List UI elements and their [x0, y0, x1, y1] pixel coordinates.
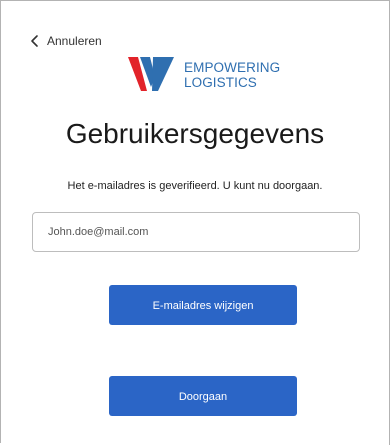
frame-border-right: [389, 0, 390, 445]
chevron-left-icon: [28, 34, 42, 48]
cancel-label: Annuleren: [47, 34, 102, 48]
company-logo: EMPOWERING LOGISTICS: [124, 50, 282, 100]
verification-message: Het e-mailadres is geverifieerd. U kunt …: [67, 180, 323, 192]
cancel-link[interactable]: Annuleren: [28, 34, 102, 48]
email-field[interactable]: [32, 212, 360, 252]
logo-text-line2: LOGISTICS: [184, 75, 257, 90]
page-title: Gebruikersgegevens: [65, 118, 325, 149]
change-email-button[interactable]: E-mailadres wijzigen: [109, 285, 297, 325]
logo-mark-icon: [128, 57, 174, 91]
logo-text-line1: EMPOWERING: [184, 60, 281, 75]
continue-button[interactable]: Doorgaan: [109, 376, 297, 416]
